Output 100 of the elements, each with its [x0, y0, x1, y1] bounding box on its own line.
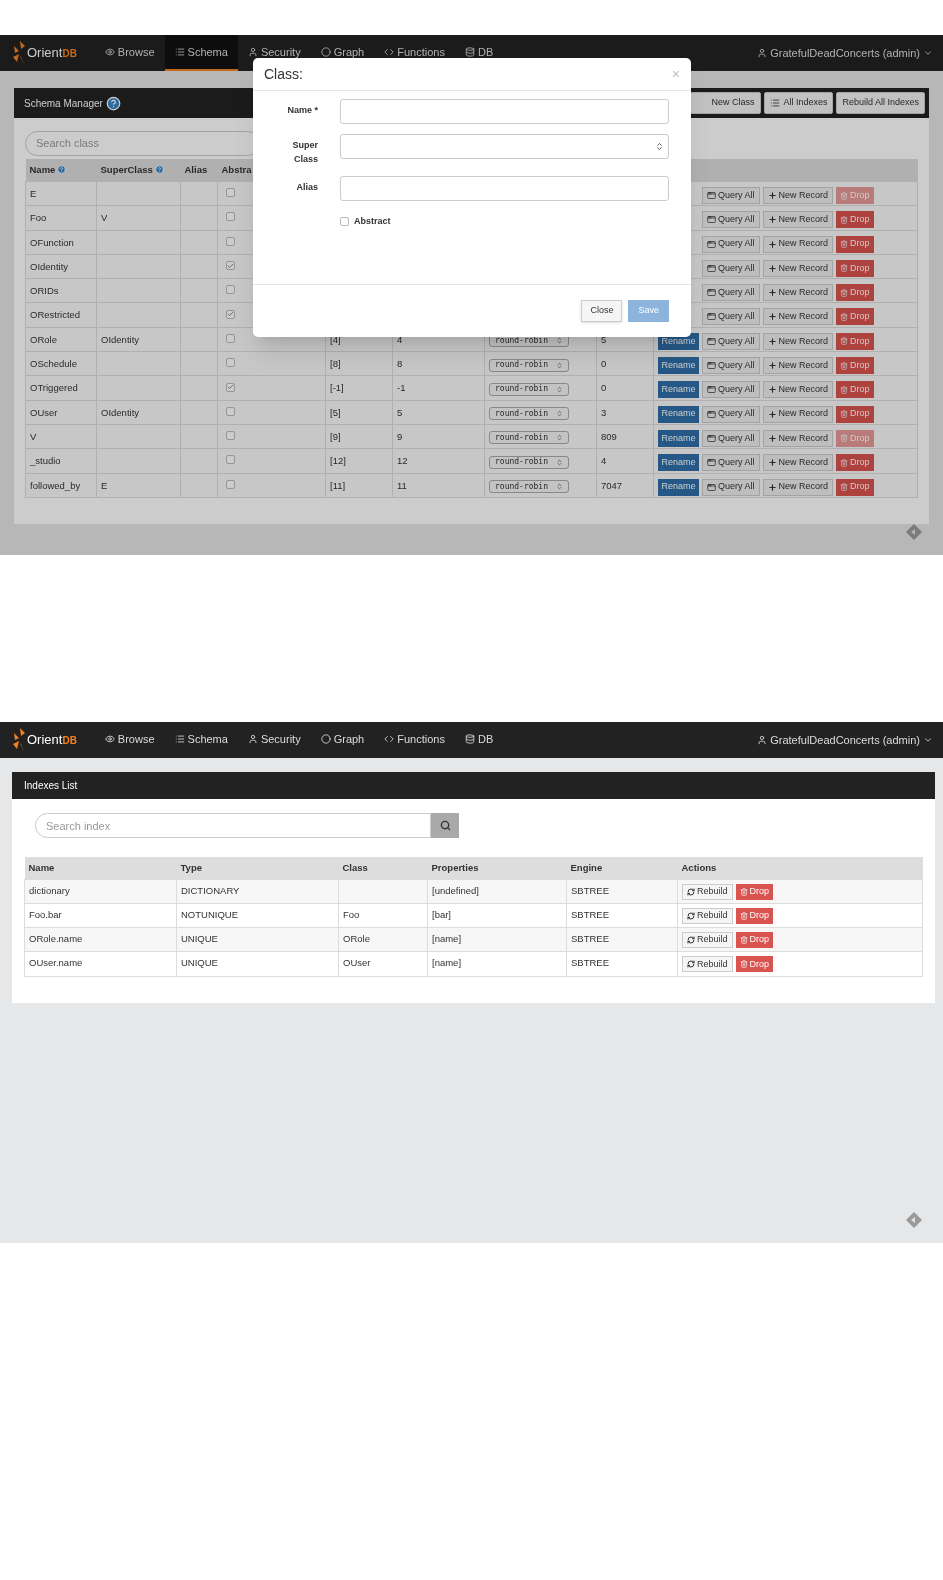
select-field[interactable]: round-robin [489, 407, 569, 421]
diamond-icon[interactable] [905, 1211, 923, 1229]
new-record-button[interactable]: New Record [762, 235, 834, 253]
checkbox[interactable] [226, 358, 235, 368]
input-field[interactable] [340, 99, 669, 124]
new-record-button[interactable]: New Record [762, 284, 834, 302]
search-field[interactable]: Search index [35, 813, 431, 838]
nav-tab[interactable]: Browse [94, 35, 165, 71]
query-all-button[interactable]: Query All [702, 211, 760, 229]
rename-button[interactable]: Rename [658, 454, 699, 472]
nav-tab[interactable]: Functions [374, 722, 455, 758]
new-record-button[interactable]: New Record [762, 454, 834, 472]
checkbox[interactable] [226, 261, 235, 271]
search-button[interactable] [431, 813, 459, 838]
drop-button[interactable]: Drop [836, 308, 874, 326]
query-all-button[interactable]: Query All [702, 478, 760, 496]
nav-tab[interactable]: Functions [374, 35, 455, 71]
select-field[interactable]: round-robin [489, 382, 569, 396]
drop-button[interactable]: Drop [836, 332, 874, 350]
toolbar-button[interactable]: All Indexes [764, 92, 834, 114]
database-icon [464, 734, 475, 744]
checkbox[interactable] [226, 333, 235, 343]
table-cell: 5 [397, 406, 403, 418]
select-field[interactable]: round-robin [489, 431, 569, 445]
nav-tab[interactable]: Schema [164, 35, 238, 71]
nav-tab[interactable]: Graph [310, 722, 375, 758]
checkbox[interactable] [226, 236, 235, 246]
checkbox[interactable] [226, 382, 235, 392]
query-all-button[interactable]: Query All [702, 259, 760, 277]
drop-button[interactable]: Drop [836, 478, 874, 496]
new-record-button[interactable]: New Record [762, 405, 834, 423]
rename-button[interactable]: Rename [658, 429, 699, 447]
nav-tab[interactable]: Browse [94, 722, 165, 758]
rename-button[interactable]: Rename [658, 405, 699, 423]
query-all-button[interactable]: Query All [702, 381, 760, 399]
drop-button[interactable]: Drop [735, 932, 774, 949]
toolbar-button[interactable]: New Class [690, 92, 762, 114]
close-button[interactable]: Close [581, 300, 623, 322]
select-field[interactable]: round-robin [489, 455, 569, 469]
rename-button[interactable]: Rename [658, 381, 699, 399]
user-menu[interactable]: GratefulDeadConcerts (admin) [757, 722, 933, 758]
checkbox[interactable] [226, 479, 235, 489]
checkbox[interactable] [226, 455, 235, 465]
checkbox[interactable] [340, 217, 349, 227]
new-record-button[interactable]: New Record [762, 381, 834, 399]
logo[interactable]: OrientDB [12, 35, 77, 71]
checkbox[interactable] [226, 310, 235, 319]
drop-button[interactable]: Drop [836, 405, 874, 423]
query-all-button[interactable]: Query All [702, 235, 760, 253]
nav-tab[interactable]: Graph [310, 35, 375, 71]
drop-button[interactable]: Drop [735, 956, 774, 973]
drop-button[interactable]: Drop [836, 211, 874, 229]
new-record-button[interactable]: New Record [762, 357, 834, 375]
query-all-button[interactable]: Query All [702, 187, 760, 204]
rename-button[interactable]: Rename [658, 478, 699, 496]
drop-button[interactable]: Drop [836, 357, 874, 375]
checkbox[interactable] [226, 188, 235, 197]
query-all-button[interactable]: Query All [702, 308, 760, 326]
new-record-button[interactable]: New Record [762, 259, 834, 277]
drop-button[interactable]: Drop [735, 907, 774, 924]
toolbar-button[interactable]: Rebuild All Indexes [836, 92, 925, 114]
drop-button[interactable]: Drop [836, 454, 874, 472]
nav-tab[interactable]: DB [454, 35, 504, 71]
input-field[interactable] [340, 176, 669, 201]
query-all-button[interactable]: Query All [702, 332, 760, 350]
logo[interactable]: OrientDB [12, 722, 77, 758]
select-field[interactable] [340, 134, 669, 159]
query-all-button[interactable]: Query All [702, 405, 760, 423]
query-all-button[interactable]: Query All [702, 454, 760, 472]
new-record-button[interactable]: New Record [762, 429, 834, 447]
new-record-button[interactable]: New Record [762, 332, 834, 350]
nav-tab[interactable]: Schema [164, 722, 238, 758]
nav-tab[interactable]: Security [237, 722, 311, 758]
drop-button[interactable]: Drop [836, 259, 874, 277]
new-record-button[interactable]: New Record [762, 187, 834, 204]
user-menu[interactable]: GratefulDeadConcerts (admin) [757, 35, 933, 71]
checkbox[interactable] [226, 430, 235, 440]
rename-button[interactable]: Rename [658, 357, 699, 375]
checkbox[interactable] [226, 406, 235, 416]
query-all-button[interactable]: Query All [702, 284, 760, 302]
query-all-button[interactable]: Query All [702, 429, 760, 447]
rebuild-button[interactable]: Rebuild [682, 956, 733, 973]
checkbox[interactable] [226, 285, 235, 295]
select-field[interactable]: round-robin [489, 480, 569, 494]
new-record-button[interactable]: New Record [762, 478, 834, 496]
help-icon[interactable] [105, 95, 121, 111]
rebuild-button[interactable]: Rebuild [682, 907, 733, 924]
diamond-icon[interactable] [905, 523, 923, 541]
nav-tab[interactable]: DB [454, 722, 504, 758]
drop-button[interactable]: Drop [836, 381, 874, 399]
drop-button[interactable]: Drop [735, 883, 774, 900]
select-field[interactable]: round-robin [489, 358, 569, 372]
drop-button[interactable]: Drop [836, 284, 874, 302]
new-record-button[interactable]: New Record [762, 211, 834, 229]
query-all-button[interactable]: Query All [702, 357, 760, 375]
rebuild-button[interactable]: Rebuild [682, 932, 733, 949]
checkbox[interactable] [226, 212, 235, 222]
drop-button[interactable]: Drop [836, 235, 874, 253]
new-record-button[interactable]: New Record [762, 308, 834, 326]
rebuild-button[interactable]: Rebuild [682, 883, 733, 900]
